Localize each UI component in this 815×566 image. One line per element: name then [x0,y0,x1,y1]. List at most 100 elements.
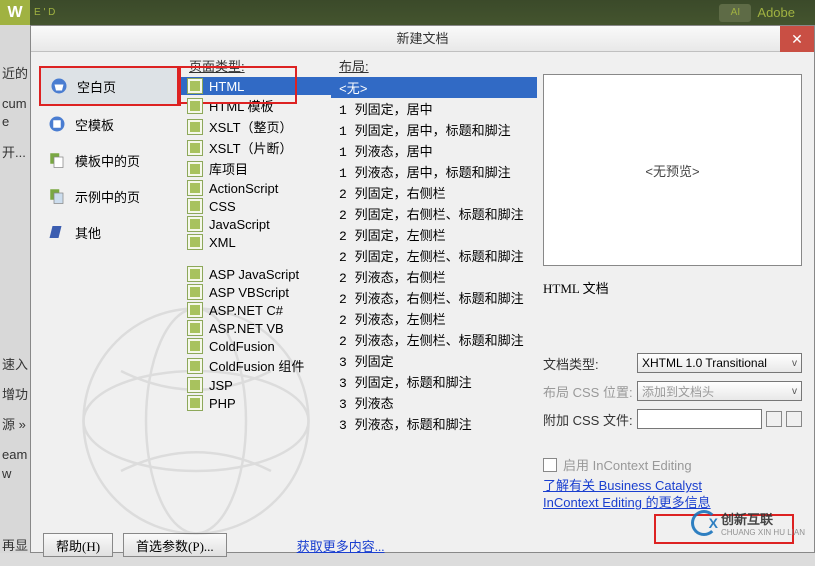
pagetype-label: HTML [209,79,244,94]
layout-item[interactable]: 3 列固定 [331,350,537,371]
preferences-button[interactable]: 首选参数(P)... [123,533,227,557]
pagetype-html[interactable]: HTML [181,77,331,95]
blank-page-icon [49,76,69,96]
category-other[interactable]: 其他 [39,214,181,250]
file-icon [187,140,203,156]
incontext-row: 启用 InContext Editing [543,455,802,474]
preview-column: <无预览> HTML 文档 文档类型: XHTML 1.0 Transition… [537,52,814,524]
file-icon [187,338,203,354]
pagetype-xslt-fragment[interactable]: XSLT（片断） [181,137,331,158]
template-page-icon [47,150,67,170]
category-label: 空白页 [77,77,116,96]
learn-more-link[interactable]: InContext Editing 的更多信息 [543,495,711,510]
dialog-body: 空白页 空模板 模板中的页 示例中的页 其他 页面类型: HTML [31,52,814,524]
pagetype-column: 页面类型: HTML HTML 模板 XSLT（整页） XSLT（片断） 库项目… [181,52,331,524]
layout-item[interactable]: 2 列液态，左侧栏、标题和脚注 [331,329,537,350]
pagetype-php[interactable]: PHP [181,394,331,412]
bg-text: 源 » [2,416,28,434]
pagetype-label: JavaScript [209,217,270,232]
pagetype-aspnet-vb[interactable]: ASP.NET VB [181,319,331,337]
pagetype-label: ActionScript [209,181,278,196]
incontext-label: 启用 InContext Editing [563,455,692,474]
pagetype-label: XSLT（整页） [209,117,293,136]
css-file-input[interactable] [637,409,762,429]
pagetype-actionscript[interactable]: ActionScript [181,179,331,197]
link-icon[interactable] [766,411,782,427]
pagetype-asp-vb[interactable]: ASP VBScript [181,283,331,301]
layout-item[interactable]: 2 列液态，右侧栏 [331,266,537,287]
bg-text: 开... [2,144,28,162]
layout-item[interactable]: 2 列固定，左侧栏 [331,224,537,245]
category-from-template[interactable]: 模板中的页 [39,142,181,178]
pagetype-label: ASP.NET VB [209,321,284,336]
file-icon [187,198,203,214]
pagetype-label: XML [209,235,236,250]
pagetype-asp-js[interactable]: ASP JavaScript [181,265,331,283]
category-label: 其他 [75,223,101,242]
file-icon [187,234,203,250]
css-location-select[interactable]: 添加到文档头 [637,381,802,401]
get-more-link[interactable]: 获取更多内容... [297,536,385,555]
layout-item[interactable]: 2 列固定，右侧栏 [331,182,537,203]
pagetype-xslt-full[interactable]: XSLT（整页） [181,116,331,137]
layout-item[interactable]: 2 列液态，右侧栏、标题和脚注 [331,287,537,308]
no-preview-label: <无预览> [645,161,699,180]
pagetype-coldfusion-comp[interactable]: ColdFusion 组件 [181,355,331,376]
pagetype-library[interactable]: 库项目 [181,158,331,179]
new-document-dialog: 新建文档 ✕ 空白页 空模板 模板中的页 示例中的页 [30,25,815,553]
pagetype-label: ASP VBScript [209,285,289,300]
file-icon [187,216,203,232]
layout-item[interactable]: 2 列液态，左侧栏 [331,308,537,329]
layout-item[interactable]: 2 列固定，右侧栏、标题和脚注 [331,203,537,224]
bg-text: 再显 [2,537,28,555]
layout-item[interactable]: 3 列液态 [331,392,537,413]
background-panel: 近的 cume 开... 速入 增功 源 » eamw 再显 [0,25,30,553]
bg-text: 近的 [2,65,28,83]
layout-item[interactable]: 1 列固定，居中 [331,98,537,119]
category-from-sample[interactable]: 示例中的页 [39,178,181,214]
adobe-label: Adobe [757,5,795,20]
css-location-row: 布局 CSS 位置: 添加到文档头 [543,381,802,401]
help-button[interactable]: 帮助(H) [43,533,113,557]
file-icon [187,119,203,135]
incontext-checkbox[interactable] [543,458,557,472]
close-button[interactable]: ✕ [780,26,814,52]
file-icon [187,302,203,318]
pagetype-html-template[interactable]: HTML 模板 [181,95,331,116]
pagetype-xml[interactable]: XML [181,233,331,251]
doctype-select[interactable]: XHTML 1.0 Transitional [637,353,802,373]
bg-text: 增功 [2,386,28,404]
learn-more-link[interactable]: 了解有关 Business Catalyst [543,478,702,493]
category-blank-template[interactable]: 空模板 [39,106,181,142]
layout-item[interactable]: 1 列固定，居中，标题和脚注 [331,119,537,140]
pagetype-label: 库项目 [209,159,248,178]
pagetype-jsp[interactable]: JSP [181,376,331,394]
pagetype-javascript[interactable]: JavaScript [181,215,331,233]
file-icon [187,358,203,374]
pagetype-css[interactable]: CSS [181,197,331,215]
pagetype-aspnet-cs[interactable]: ASP.NET C# [181,301,331,319]
category-label: 示例中的页 [75,187,140,206]
layout-item[interactable]: 3 列固定，标题和脚注 [331,371,537,392]
css-file-label: 附加 CSS 文件: [543,410,633,429]
app-logo: W [0,0,30,25]
layout-item[interactable]: 2 列固定，左侧栏、标题和脚注 [331,245,537,266]
layout-item[interactable]: 1 列液态，居中 [331,140,537,161]
category-label: 模板中的页 [75,151,140,170]
pagetype-label: XSLT（片断） [209,138,293,157]
other-icon [47,222,67,242]
learn-more-links: 了解有关 Business Catalyst InContext Editing… [543,478,802,512]
pagetype-label: JSP [209,378,233,393]
layout-item[interactable]: 1 列液态，居中，标题和脚注 [331,161,537,182]
trash-icon[interactable] [786,411,802,427]
layout-item[interactable]: 3 列液态，标题和脚注 [331,413,537,434]
file-icon [187,98,203,114]
layout-none[interactable]: <无> [331,77,537,98]
file-icon [187,284,203,300]
doctype-row: 文档类型: XHTML 1.0 Transitional [543,353,802,373]
pagetype-label: HTML 模板 [209,96,274,115]
pagetype-coldfusion[interactable]: ColdFusion [181,337,331,355]
image-watermark: 创新互联 CHUANG XIN HU LIAN [691,509,805,537]
category-blank-page[interactable]: 空白页 [39,66,181,106]
css-location-label: 布局 CSS 位置: [543,382,633,401]
